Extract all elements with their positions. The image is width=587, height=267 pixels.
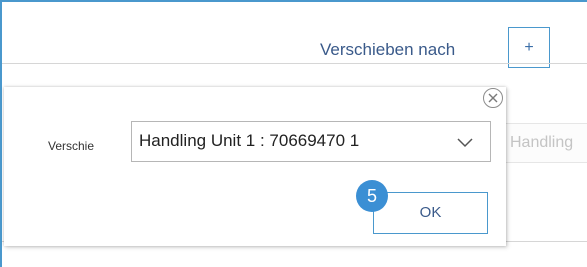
screen: Verschieben nach + Handling Verschie Han… bbox=[0, 0, 587, 267]
close-icon bbox=[488, 93, 498, 103]
move-to-popover: Verschie Handling Unit 1 : 70669470 1 OK… bbox=[4, 87, 506, 246]
handling-unit-select-value: Handling Unit 1 : 70669470 1 bbox=[139, 131, 360, 150]
ok-button[interactable]: OK bbox=[373, 192, 488, 234]
background-handling-unit-select: Handling bbox=[500, 123, 587, 163]
move-to-field-label: Verschie bbox=[48, 139, 95, 153]
step-badge: 5 bbox=[356, 180, 388, 212]
add-button[interactable]: + bbox=[508, 27, 550, 68]
handling-unit-select[interactable]: Handling Unit 1 : 70669470 1 bbox=[131, 121, 491, 162]
chevron-down-icon[interactable] bbox=[456, 136, 474, 148]
move-to-link[interactable]: Verschieben nach bbox=[320, 40, 455, 60]
close-button[interactable] bbox=[483, 88, 503, 108]
toolbar-divider bbox=[2, 63, 587, 64]
